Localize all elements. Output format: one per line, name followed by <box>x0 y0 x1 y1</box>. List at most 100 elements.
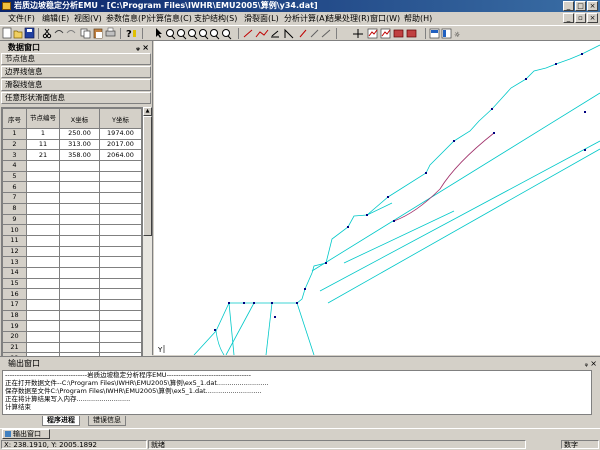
table-cell[interactable] <box>26 170 60 183</box>
node-marker[interactable] <box>393 220 395 222</box>
table-cell[interactable] <box>26 245 60 258</box>
table-cell[interactable] <box>99 266 142 279</box>
col-header-index[interactable]: 序号 <box>2 108 27 129</box>
node-marker[interactable] <box>243 302 245 304</box>
menu-item[interactable]: 编辑(E) <box>42 13 69 24</box>
table-cell[interactable] <box>59 160 100 172</box>
table-cell[interactable] <box>26 277 60 290</box>
paste-icon[interactable] <box>93 28 103 39</box>
table-row[interactable]: 15 <box>2 277 142 290</box>
table-cell[interactable] <box>26 160 60 172</box>
mdi-minimize-button[interactable]: _ <box>563 13 574 23</box>
table-row[interactable]: 13 <box>2 256 142 268</box>
table-cell[interactable] <box>59 213 100 226</box>
mdi-close-button[interactable]: × <box>587 13 598 23</box>
node-marker[interactable] <box>296 302 298 304</box>
zoom-out-icon[interactable] <box>177 29 187 40</box>
table-cell[interactable] <box>99 299 142 311</box>
table-row[interactable]: 14 <box>2 266 142 279</box>
zoom-window-icon[interactable] <box>188 29 198 40</box>
table-cell[interactable]: 2017.00 <box>99 138 142 151</box>
menu-item[interactable]: 文件(F) <box>8 13 35 24</box>
new-icon[interactable] <box>2 27 12 39</box>
menu-item[interactable]: 结果处理(R) <box>326 13 370 24</box>
table-cell[interactable] <box>26 213 60 226</box>
row-header[interactable]: 15 <box>2 277 27 290</box>
pointer-icon[interactable] <box>156 28 162 38</box>
menu-item[interactable]: 分析计算(A) <box>284 13 328 24</box>
minimize-button[interactable]: _ <box>563 1 574 11</box>
node-marker[interactable] <box>581 53 583 55</box>
table-cell[interactable]: 1974.00 <box>99 128 142 140</box>
table-cell[interactable] <box>59 224 100 236</box>
open-icon[interactable] <box>13 30 23 39</box>
table-cell[interactable] <box>59 288 100 300</box>
table-cell[interactable] <box>99 170 142 183</box>
row-header[interactable]: 9 <box>2 213 27 226</box>
row-header[interactable]: 11 <box>2 234 27 247</box>
row-header[interactable]: 3 <box>2 149 27 162</box>
options-icon[interactable]: ☼ <box>454 31 460 39</box>
row-header[interactable]: 10 <box>2 224 27 236</box>
table-row[interactable]: 11 <box>2 234 142 247</box>
result-chart-icon[interactable] <box>380 28 391 39</box>
pin-icon[interactable]: ᵩ <box>136 42 140 53</box>
table-cell[interactable] <box>26 266 60 279</box>
mdi-restore-button[interactable]: ▫ <box>575 13 586 23</box>
output-pin-icon[interactable]: ᵩ <box>585 358 588 369</box>
close-icon[interactable]: × <box>142 42 149 53</box>
table-cell[interactable] <box>59 202 100 215</box>
node-marker[interactable] <box>453 140 455 142</box>
table-row[interactable]: 2 11 313.00 2017.00 <box>2 138 142 151</box>
menu-item[interactable]: 帮助(H) <box>404 13 432 24</box>
menu-item[interactable]: 视图(V) <box>74 13 102 24</box>
table-cell[interactable] <box>99 234 142 247</box>
table-cell[interactable] <box>99 341 142 354</box>
section-node-info[interactable]: 节点信息 <box>1 53 151 65</box>
node-marker[interactable] <box>214 329 216 331</box>
settings-icon[interactable] <box>406 29 417 38</box>
node-marker[interactable] <box>228 302 230 304</box>
row-header[interactable]: 7 <box>2 192 27 204</box>
zoom-all-icon[interactable] <box>199 29 209 40</box>
row-header[interactable]: 16 <box>2 288 27 300</box>
row-header[interactable]: 14 <box>2 266 27 279</box>
table-cell[interactable] <box>26 192 60 204</box>
menu-item[interactable]: 支护结构(S) <box>194 13 237 24</box>
table-cell[interactable] <box>59 299 100 311</box>
menu-item[interactable]: 滑裂面(L) <box>244 13 279 24</box>
table-row[interactable]: 8 <box>2 202 142 215</box>
table-cell[interactable] <box>26 299 60 311</box>
drawing-canvas[interactable]: Y <box>154 41 600 355</box>
row-header[interactable]: 6 <box>2 181 27 194</box>
table-cell[interactable] <box>99 181 142 194</box>
row-header[interactable]: 12 <box>2 245 27 258</box>
help-icon[interactable]: ? <box>126 29 136 40</box>
table-row[interactable]: 6 <box>2 181 142 194</box>
table-cell[interactable] <box>59 309 100 322</box>
table-cell[interactable]: 1 <box>26 128 60 140</box>
table-row[interactable]: 20 <box>2 331 142 343</box>
table-row[interactable]: 10 <box>2 224 142 236</box>
table-cell[interactable] <box>26 224 60 236</box>
table-cell[interactable] <box>59 170 100 183</box>
table-row[interactable]: 4 <box>2 160 142 172</box>
menu-item[interactable]: 窗口(W) <box>370 13 400 24</box>
table-cell[interactable] <box>59 266 100 279</box>
col-header-x[interactable]: X坐标 <box>59 108 100 129</box>
table-row[interactable]: 1 1 250.00 1974.00 <box>2 128 142 140</box>
node-marker[interactable] <box>425 172 427 174</box>
table-cell[interactable] <box>99 213 142 226</box>
node-marker[interactable] <box>493 132 495 134</box>
table-row[interactable]: 9 <box>2 213 142 226</box>
row-header[interactable]: 1 <box>2 128 27 140</box>
section-arbitrary-surface-info[interactable]: 任意形状滑面信息 <box>1 92 151 104</box>
node-marker[interactable] <box>584 111 586 113</box>
node-marker[interactable] <box>271 302 273 304</box>
copy-icon[interactable] <box>80 28 91 39</box>
table-cell[interactable] <box>59 181 100 194</box>
col-header-node-id[interactable]: 节点编号 <box>26 108 60 129</box>
table-cell[interactable] <box>99 277 142 290</box>
draw-anchor-icon[interactable] <box>299 29 307 38</box>
table-cell[interactable]: 21 <box>26 149 60 162</box>
